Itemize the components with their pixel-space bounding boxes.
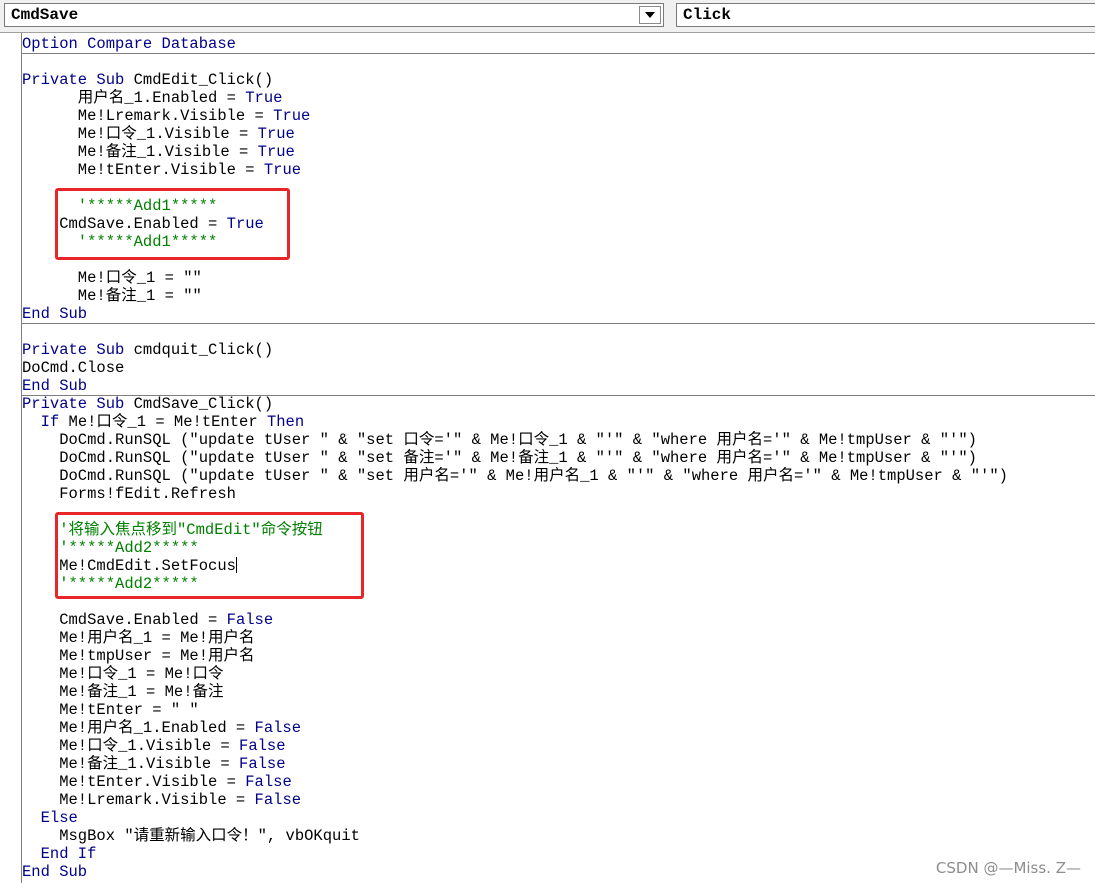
code-line: Me!备注_1.Visible = True: [22, 143, 295, 161]
code-line: Me!tmpUser = Me!用户名: [22, 647, 255, 665]
code-line: Else: [22, 809, 78, 827]
code-line: Private Sub CmdSave_Click(): [22, 395, 274, 413]
code-line: Forms!fEdit.Refresh: [22, 485, 236, 503]
code-line: DoCmd.RunSQL ("update tUser " & "set 备注=…: [22, 449, 977, 467]
margin-indicator-bar[interactable]: [0, 33, 22, 883]
code-line: Me!tEnter.Visible = False: [22, 773, 292, 791]
code-line: Me!备注_1 = "": [22, 287, 202, 305]
procedure-toolbar: CmdSave Click: [0, 0, 1095, 33]
code-editor[interactable]: Option Compare Database Private Sub CmdE…: [22, 33, 1095, 883]
watermark: CSDN @—Miss. Z—: [935, 859, 1081, 877]
code-line: Me!口令_1 = "": [22, 269, 202, 287]
code-line: Private Sub CmdEdit_Click(): [22, 71, 274, 89]
code-line: Me!用户名_1 = Me!用户名: [22, 629, 255, 647]
code-line: Me!Lremark.Visible = False: [22, 791, 302, 809]
code-line: Me!口令_1 = Me!口令: [22, 665, 224, 683]
code-line: Me!备注_1 = Me!备注: [22, 683, 224, 701]
code-line: Me!用户名_1.Enabled = False: [22, 719, 302, 737]
highlight-box-add2: [55, 512, 364, 599]
code-line: End Sub: [22, 863, 88, 881]
code-line: End Sub: [22, 305, 88, 323]
code-line: Me!tEnter = " ": [22, 701, 199, 719]
highlight-box-add1: [55, 188, 290, 260]
object-dropdown-button[interactable]: [639, 6, 661, 24]
code-line: Me!tEnter.Visible = True: [22, 161, 302, 179]
code-line: If Me!口令_1 = Me!tEnter Then: [22, 413, 305, 431]
code-line: 用户名_1.Enabled = True: [22, 89, 283, 107]
code-line: Private Sub cmdquit_Click(): [22, 341, 274, 359]
code-line: Me!口令_1.Visible = False: [22, 737, 286, 755]
code-line: End Sub: [22, 377, 88, 395]
code-line: MsgBox "请重新输入口令！", vbOKquit: [22, 827, 360, 845]
code-line: DoCmd.RunSQL ("update tUser " & "set 用户名…: [22, 467, 1008, 485]
code-line: Me!备注_1.Visible = False: [22, 755, 286, 773]
procedure-separator: [22, 323, 1095, 324]
code-line: End If: [22, 845, 97, 863]
triangle-down-icon: [645, 12, 655, 18]
code-line: DoCmd.RunSQL ("update tUser " & "set 口令=…: [22, 431, 977, 449]
code-line: Me!Lremark.Visible = True: [22, 107, 311, 125]
code-line: DoCmd.Close: [22, 359, 125, 377]
object-dropdown-value: CmdSave: [11, 6, 79, 24]
code-line: Option Compare Database: [22, 35, 236, 53]
procedure-dropdown[interactable]: Click: [676, 3, 1095, 27]
procedure-dropdown-value: Click: [683, 6, 732, 24]
code-line: CmdSave.Enabled = False: [22, 611, 274, 629]
code-line: Me!口令_1.Visible = True: [22, 125, 295, 143]
procedure-separator: [22, 53, 1095, 54]
object-dropdown[interactable]: CmdSave: [4, 3, 664, 27]
